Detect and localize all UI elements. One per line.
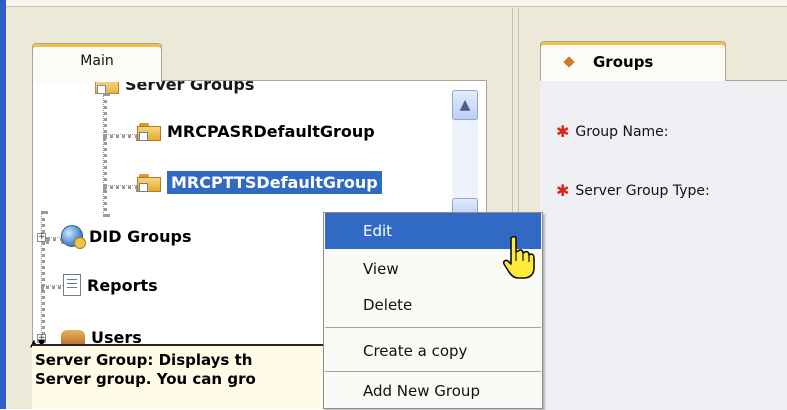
tree-connector bbox=[103, 134, 139, 138]
folder-icon bbox=[95, 81, 119, 94]
tab-main-label: Main bbox=[80, 53, 114, 69]
tree-node-did-groups[interactable]: DID Groups bbox=[61, 225, 191, 249]
expand-icon[interactable]: + bbox=[37, 233, 46, 242]
tree-node-reports[interactable]: Reports bbox=[63, 274, 158, 296]
top-strip bbox=[0, 0, 787, 7]
server-group-type-row: ✱ Server Group Type: bbox=[556, 181, 710, 200]
tab-groups-label: Groups bbox=[593, 52, 654, 71]
required-asterisk-icon: ✱ bbox=[556, 181, 570, 200]
scroll-up-button[interactable]: ▲ bbox=[452, 90, 478, 120]
tab-groups[interactable]: Groups bbox=[540, 41, 726, 81]
menu-item-delete[interactable]: Delete bbox=[325, 287, 541, 323]
globe-icon bbox=[61, 225, 86, 249]
required-asterisk-icon: ✱ bbox=[556, 122, 570, 141]
tree-node-mrcptts[interactable]: MRCPTTSDefaultGroup bbox=[137, 171, 382, 194]
tree-node-mrcpasr[interactable]: MRCPASRDefaultGroup bbox=[137, 122, 375, 141]
report-icon bbox=[63, 274, 81, 296]
tree-connector bbox=[103, 93, 107, 217]
menu-separator bbox=[325, 371, 541, 372]
tab-main[interactable]: Main bbox=[32, 43, 162, 82]
menu-item-add-new-group[interactable]: Add New Group bbox=[325, 373, 541, 409]
diamond-icon bbox=[563, 55, 575, 68]
folder-icon bbox=[137, 122, 161, 141]
group-name-label: Group Name: bbox=[575, 123, 669, 140]
hand-cursor-icon bbox=[502, 236, 535, 279]
server-group-type-label: Server Group Type: bbox=[575, 182, 710, 199]
tree-connector bbox=[103, 185, 139, 189]
window-left-edge bbox=[0, 0, 6, 409]
tree-node-server-groups[interactable]: Server Groups bbox=[95, 81, 254, 94]
folder-icon bbox=[137, 173, 161, 192]
menu-item-create-copy[interactable]: Create a copy bbox=[325, 333, 541, 369]
menu-separator bbox=[325, 327, 541, 328]
application-window: Main Server Groups MRCPASRDefaultGroup M… bbox=[0, 0, 787, 410]
chevron-up-icon: ▲ bbox=[459, 97, 471, 113]
group-name-row: ✱ Group Name: bbox=[556, 122, 669, 141]
